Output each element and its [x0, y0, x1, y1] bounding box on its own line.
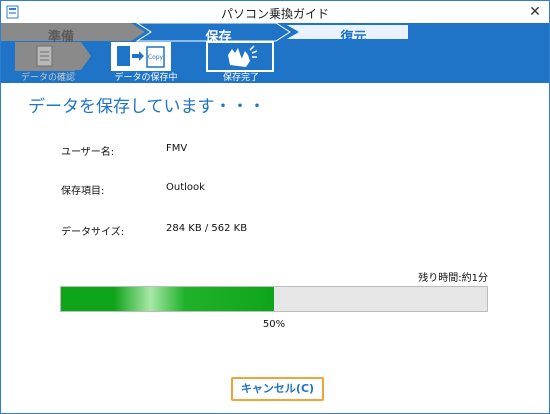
document-icon [36, 45, 53, 67]
progress-bar [60, 286, 488, 312]
close-button[interactable]: ✕ [527, 4, 543, 20]
app-window: パソコン乗換ガイド ✕ 準備 保存 復元 Copy データの確認 データの保存中… [0, 0, 550, 414]
title-bar: パソコン乗換ガイド ✕ [1, 1, 549, 23]
username-label: ユーザー名: [61, 147, 115, 158]
svg-text:Copy: Copy [148, 54, 164, 61]
progress-fill [61, 287, 274, 311]
step-banner: 準備 保存 復元 Copy データの確認 データの保存中 保存完了 [1, 23, 549, 83]
substep-confirm-label: データの確認 [20, 73, 75, 83]
username-value: FMV [166, 143, 188, 154]
window-title: パソコン乗換ガイド [220, 7, 329, 21]
substep-confirm [15, 42, 75, 71]
page-heading: データを保存しています・・・ [28, 97, 266, 117]
progress-percent: 50% [262, 319, 286, 330]
substep-complete-label: 保存完了 [222, 73, 259, 83]
substep-saving-label: データの保存中 [114, 73, 178, 83]
step-restore: 復元 [340, 30, 367, 45]
remaining-time: 残り時間:約1分 [418, 273, 488, 284]
copy-file-icon: Copy [117, 46, 165, 68]
substep-complete [206, 41, 274, 72]
substep-saving: Copy [111, 42, 171, 71]
cancel-button[interactable]: キャンセル(C) [231, 377, 324, 401]
data-size-value: 284 KB / 562 KB [166, 223, 248, 234]
data-size-label: データサイズ: [61, 227, 125, 238]
save-item-value: Outlook [166, 182, 205, 193]
save-item-label: 保存項目: [61, 186, 105, 197]
clap-hands-icon [228, 45, 258, 67]
